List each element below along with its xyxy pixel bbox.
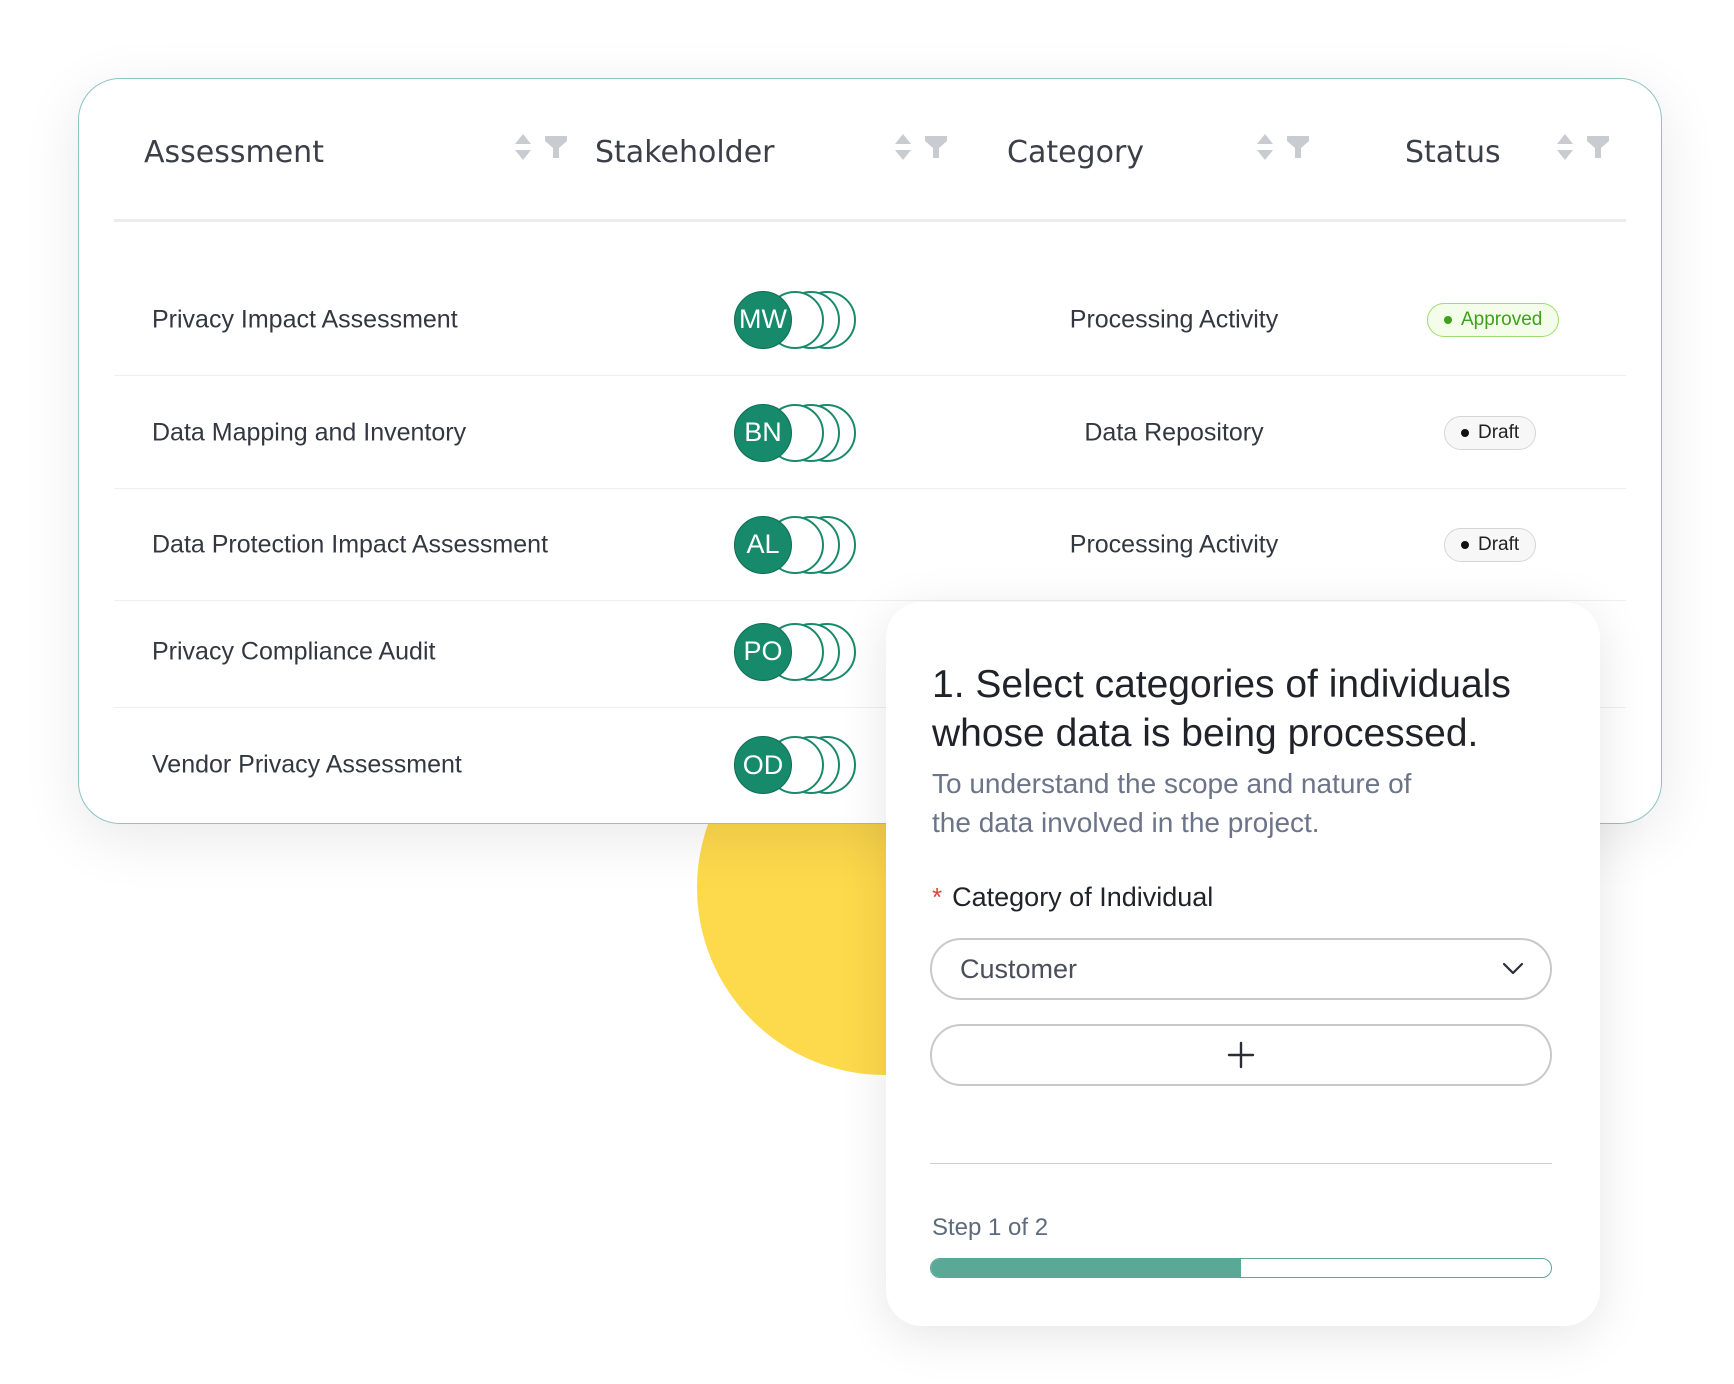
assessment-name: Data Protection Impact Assessment bbox=[152, 530, 549, 558]
table-row[interactable]: Data Protection Impact Assessment AL Pro… bbox=[114, 489, 1626, 601]
column-label: Status bbox=[1405, 134, 1501, 170]
status-dot-icon bbox=[1461, 540, 1469, 549]
column-label: Assessment bbox=[144, 134, 324, 170]
column-header-assessment: Assessment bbox=[144, 127, 324, 177]
stakeholder-avatars[interactable]: MW bbox=[734, 290, 856, 349]
chevron-down-icon bbox=[1502, 962, 1524, 975]
assessment-name: Data Mapping and Inventory bbox=[152, 418, 467, 446]
column-tools-assessment bbox=[514, 133, 568, 161]
filter-icon[interactable] bbox=[924, 135, 948, 159]
step-indicator: Step 1 of 2 bbox=[932, 1214, 1049, 1241]
required-marker: * bbox=[932, 882, 943, 912]
avatar: MW bbox=[734, 290, 792, 349]
category-form-card: 1. Select categories of individuals whos… bbox=[886, 602, 1600, 1326]
category-select[interactable]: Customer bbox=[930, 938, 1552, 1000]
stakeholder-avatars[interactable]: AL bbox=[734, 515, 856, 574]
form-subtitle: To understand the scope and nature of th… bbox=[932, 768, 1412, 838]
status-label: Draft bbox=[1478, 533, 1520, 555]
table-header: Assessment Stakeholder Category Status bbox=[114, 79, 1626, 222]
category-cell: Processing Activity bbox=[1069, 530, 1279, 558]
category-cell: Data Repository bbox=[1084, 418, 1264, 446]
column-header-status: Status bbox=[1405, 127, 1501, 177]
form-title: 1. Select categories of individuals whos… bbox=[932, 663, 1511, 755]
status-badge: Draft bbox=[1444, 527, 1537, 562]
filter-icon[interactable] bbox=[1286, 135, 1310, 159]
filter-icon[interactable] bbox=[544, 135, 568, 159]
assessment-name: Privacy Impact Assessment bbox=[152, 305, 458, 333]
assessment-name: Vendor Privacy Assessment bbox=[152, 750, 462, 779]
status-dot-icon bbox=[1444, 315, 1452, 324]
avatar: BN bbox=[734, 403, 792, 462]
sort-icon[interactable] bbox=[514, 133, 532, 161]
status-badge: Draft bbox=[1444, 415, 1537, 450]
stakeholder-avatars[interactable]: PO bbox=[734, 622, 856, 681]
sort-icon[interactable] bbox=[1556, 133, 1574, 161]
column-label: Stakeholder bbox=[595, 134, 775, 170]
sort-icon[interactable] bbox=[894, 133, 912, 161]
column-tools-status bbox=[1556, 133, 1610, 161]
sort-icon[interactable] bbox=[1256, 133, 1274, 161]
select-value: Customer bbox=[960, 953, 1078, 984]
status-dot-icon bbox=[1461, 428, 1469, 437]
add-category-button[interactable] bbox=[930, 1024, 1552, 1086]
table-row[interactable]: Data Mapping and Inventory BN Data Repos… bbox=[114, 377, 1626, 489]
assessment-name: Privacy Compliance Audit bbox=[152, 637, 436, 665]
progress-fill bbox=[931, 1259, 1241, 1277]
status-label: Draft bbox=[1478, 421, 1520, 443]
column-header-category: Category bbox=[1007, 127, 1144, 177]
filter-icon[interactable] bbox=[1586, 135, 1610, 159]
stakeholder-avatars[interactable]: OD bbox=[734, 736, 856, 794]
column-tools-category bbox=[1256, 133, 1310, 161]
column-tools-stakeholder bbox=[894, 133, 948, 161]
avatar: PO bbox=[734, 622, 792, 681]
avatar: OD bbox=[734, 736, 792, 794]
field-label: * Category of Individual bbox=[932, 882, 1213, 913]
divider bbox=[930, 1163, 1552, 1164]
field-label-text: Category of Individual bbox=[952, 882, 1214, 912]
column-label: Category bbox=[1007, 134, 1145, 170]
category-cell: Processing Activity bbox=[1069, 305, 1279, 333]
status-badge: Approved bbox=[1427, 302, 1560, 337]
column-header-stakeholder: Stakeholder bbox=[595, 127, 775, 177]
progress-bar bbox=[930, 1258, 1552, 1278]
plus-icon bbox=[1227, 1041, 1255, 1069]
status-label: Approved bbox=[1461, 308, 1543, 330]
table-row[interactable]: Privacy Impact Assessment MW Processing … bbox=[114, 264, 1626, 376]
avatar: AL bbox=[734, 515, 792, 574]
stakeholder-avatars[interactable]: BN bbox=[734, 403, 856, 462]
